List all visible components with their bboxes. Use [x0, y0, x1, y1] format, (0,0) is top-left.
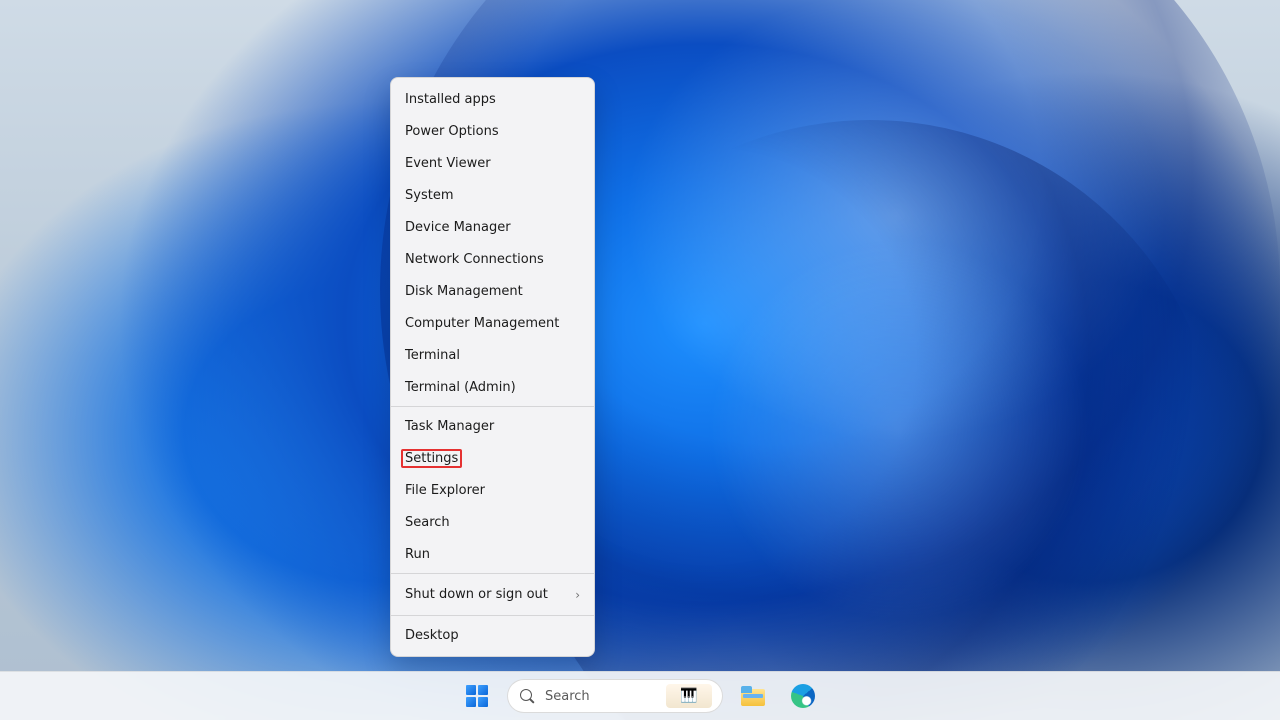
- menu-item-label: Disk Management: [405, 285, 523, 298]
- menu-item-device-manager[interactable]: Device Manager: [391, 211, 594, 243]
- start-context-menu: Installed apps Power Options Event Viewer S…: [390, 77, 595, 657]
- menu-separator: [391, 615, 594, 616]
- menu-item-label: Search: [405, 516, 450, 529]
- taskbar-search[interactable]: Search 🎹: [507, 679, 723, 713]
- menu-item-terminal-admin[interactable]: Terminal (Admin): [391, 371, 594, 403]
- edge-button[interactable]: [783, 676, 823, 716]
- file-explorer-button[interactable]: [733, 676, 773, 716]
- search-icon: [520, 689, 535, 704]
- menu-item-label: Event Viewer: [405, 157, 491, 170]
- menu-item-installed-apps[interactable]: Installed apps: [391, 83, 594, 115]
- menu-item-run[interactable]: Run: [391, 538, 594, 570]
- menu-item-network-connections[interactable]: Network Connections: [391, 243, 594, 275]
- menu-item-label: Device Manager: [405, 221, 511, 234]
- menu-item-label: Power Options: [405, 125, 499, 138]
- menu-item-terminal[interactable]: Terminal: [391, 339, 594, 371]
- menu-item-label: Settings: [405, 452, 458, 465]
- menu-item-task-manager[interactable]: Task Manager: [391, 410, 594, 442]
- search-widget-icon: 🎹: [680, 688, 697, 704]
- edge-icon: [791, 684, 815, 708]
- menu-item-label: Terminal (Admin): [405, 381, 516, 394]
- search-highlight-widget[interactable]: 🎹: [666, 684, 712, 708]
- menu-item-label: File Explorer: [405, 484, 485, 497]
- menu-separator: [391, 406, 594, 407]
- menu-item-disk-management[interactable]: Disk Management: [391, 275, 594, 307]
- menu-item-desktop[interactable]: Desktop: [391, 619, 594, 651]
- menu-item-shut-down-or-sign-out[interactable]: Shut down or sign out ›: [391, 577, 594, 612]
- menu-item-label: Run: [405, 548, 430, 561]
- menu-item-file-explorer[interactable]: File Explorer: [391, 474, 594, 506]
- file-explorer-icon: [741, 686, 765, 706]
- menu-item-power-options[interactable]: Power Options: [391, 115, 594, 147]
- menu-separator: [391, 573, 594, 574]
- menu-item-label: Task Manager: [405, 420, 494, 433]
- menu-item-label: Installed apps: [405, 93, 496, 106]
- menu-item-label: Desktop: [405, 629, 459, 642]
- chevron-right-icon: ›: [575, 588, 580, 602]
- menu-item-search[interactable]: Search: [391, 506, 594, 538]
- menu-item-label: Shut down or sign out: [405, 588, 548, 601]
- menu-item-computer-management[interactable]: Computer Management: [391, 307, 594, 339]
- start-button[interactable]: [457, 676, 497, 716]
- menu-item-event-viewer[interactable]: Event Viewer: [391, 147, 594, 179]
- menu-item-label: Computer Management: [405, 317, 559, 330]
- menu-item-label: Terminal: [405, 349, 460, 362]
- menu-item-label: System: [405, 189, 453, 202]
- windows-logo-icon: [466, 685, 488, 707]
- search-placeholder: Search: [545, 689, 590, 704]
- taskbar: Search 🎹: [0, 671, 1280, 720]
- desktop-wallpaper: [0, 0, 1280, 720]
- menu-item-settings[interactable]: Settings: [391, 442, 594, 474]
- menu-item-system[interactable]: System: [391, 179, 594, 211]
- menu-item-label: Network Connections: [405, 253, 544, 266]
